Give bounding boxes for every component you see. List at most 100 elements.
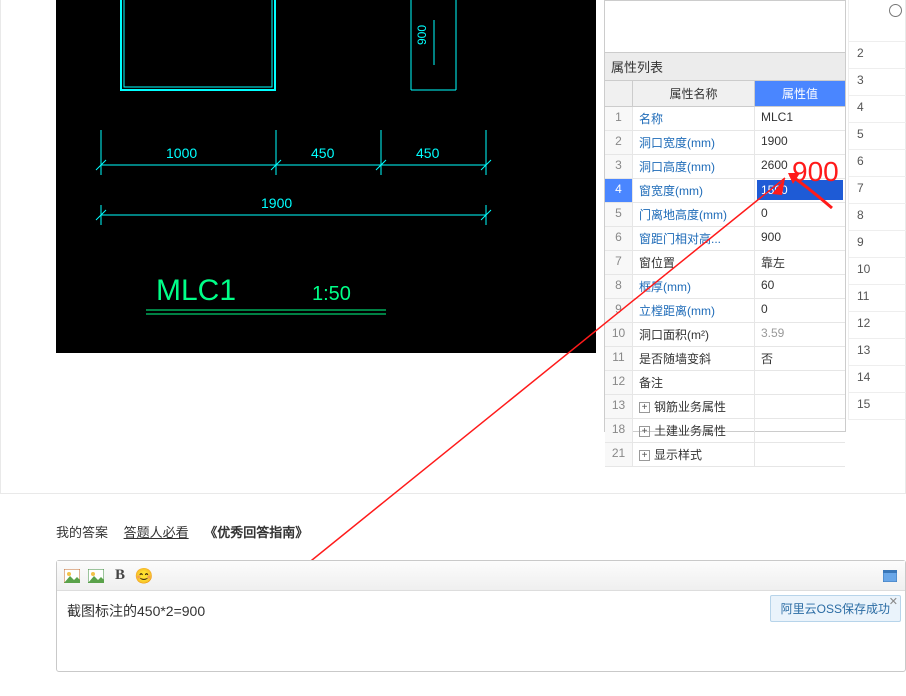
property-row-num: 6 — [605, 227, 633, 250]
image-icon[interactable] — [63, 567, 81, 585]
property-blank — [605, 1, 845, 53]
emoji-icon[interactable]: 😊 — [135, 567, 153, 585]
property-row-value[interactable]: 3.59 — [755, 323, 845, 346]
right-num-row[interactable]: 15 — [848, 393, 906, 420]
right-num: 9 — [849, 231, 864, 249]
property-row-num: 1 — [605, 107, 633, 130]
right-num: 4 — [849, 96, 864, 114]
property-row-num: 5 — [605, 203, 633, 226]
property-row-value[interactable]: 1900 — [755, 131, 845, 154]
header-name: 属性名称 — [633, 81, 755, 106]
right-num: 14 — [849, 366, 870, 384]
property-panel: 属性列表 属性名称 属性值 1名称MLC12洞口宽度(mm)19003洞口高度(… — [604, 0, 846, 432]
answer-editor: B 😊 截图标注的450*2=900 阿里云OSS保存成功 ✕ — [56, 560, 906, 672]
right-num-row[interactable]: 6 — [848, 150, 906, 177]
right-number-list: 23 4 5 6 7 8 9 10 1112 13 14 15 — [848, 0, 906, 420]
property-row[interactable]: 1名称MLC1 — [605, 107, 845, 131]
answer-guide-link[interactable]: 《优秀回答指南》 — [204, 525, 308, 540]
property-row[interactable]: 6窗距门相对高...900 — [605, 227, 845, 251]
dim-1900: 1900 — [261, 195, 292, 211]
property-row-value[interactable]: 0 — [755, 299, 845, 322]
property-row-label: +显示样式 — [633, 443, 755, 466]
answer-hint-link[interactable]: 答题人必看 — [124, 525, 189, 540]
property-row[interactable]: 2洞口宽度(mm)1900 — [605, 131, 845, 155]
property-row-value[interactable] — [755, 419, 845, 442]
property-panel-title: 属性列表 — [605, 53, 845, 81]
property-row-label: 洞口高度(mm) — [633, 155, 755, 178]
property-row-num: 10 — [605, 323, 633, 346]
property-row[interactable]: 21+显示样式 — [605, 443, 845, 467]
right-num-row[interactable]: 12 — [848, 312, 906, 339]
right-num-row[interactable]: 3 — [848, 69, 906, 96]
dim-450a: 450 — [311, 145, 335, 161]
property-row-value[interactable]: 900 — [755, 227, 845, 250]
property-row-label: 是否随墙变斜 — [633, 347, 755, 370]
right-num-row[interactable]: 5 — [848, 123, 906, 150]
cad-drawing: 900 1000 450 450 1900 MLC1 1:50 — [56, 0, 596, 353]
property-row-value[interactable] — [755, 443, 845, 466]
property-row-label: 窗位置 — [633, 251, 755, 274]
property-row[interactable]: 11是否随墙变斜否 — [605, 347, 845, 371]
image2-icon[interactable] — [87, 567, 105, 585]
property-row[interactable]: 8框厚(mm)60 — [605, 275, 845, 299]
property-row[interactable]: 13+钢筋业务属性 — [605, 395, 845, 419]
toast-text: 阿里云OSS保存成功 — [781, 602, 890, 616]
annotation-value: 900 — [792, 156, 839, 188]
right-num: 8 — [849, 204, 864, 222]
dim-900: 900 — [415, 25, 429, 45]
dim-1000: 1000 — [166, 145, 197, 161]
property-row-value[interactable]: 靠左 — [755, 251, 845, 274]
property-row[interactable]: 10洞口面积(m²)3.59 — [605, 323, 845, 347]
property-row-label: 窗宽度(mm) — [633, 179, 755, 202]
editor-body[interactable]: 截图标注的450*2=900 阿里云OSS保存成功 ✕ — [57, 591, 905, 671]
property-row-value[interactable]: 60 — [755, 275, 845, 298]
right-num-row[interactable]: 9 — [848, 231, 906, 258]
property-row[interactable]: 12备注 — [605, 371, 845, 395]
right-num-row[interactable]: 14 — [848, 366, 906, 393]
right-num: 10 — [849, 258, 870, 276]
property-row-value[interactable] — [755, 395, 845, 418]
property-row[interactable]: 18+土建业务属性 — [605, 419, 845, 443]
right-num-row[interactable]: 13 — [848, 339, 906, 366]
header-value[interactable]: 属性值 — [755, 81, 845, 106]
property-row-value[interactable]: 0 — [755, 203, 845, 226]
right-num: 13 — [849, 339, 870, 357]
close-icon[interactable]: ✕ — [889, 595, 898, 608]
property-header: 属性名称 属性值 — [605, 81, 845, 107]
property-row-num: 18 — [605, 419, 633, 442]
editor-content: 截图标注的450*2=900 — [67, 603, 205, 619]
property-row[interactable]: 9立樘距离(mm)0 — [605, 299, 845, 323]
right-num: 3 — [849, 69, 864, 87]
right-num-row[interactable]: 10 — [848, 258, 906, 285]
expand-icon[interactable]: + — [639, 426, 650, 437]
property-row[interactable]: 7窗位置靠左 — [605, 251, 845, 275]
right-num: 6 — [849, 150, 864, 168]
right-num-row[interactable]: 7 — [848, 177, 906, 204]
fullscreen-icon[interactable] — [881, 567, 899, 585]
property-row-value[interactable]: MLC1 — [755, 107, 845, 130]
right-num: 12 — [849, 312, 870, 330]
property-row-value[interactable] — [755, 371, 845, 394]
expand-icon[interactable]: + — [639, 402, 650, 413]
cad-title: MLC1 — [156, 274, 236, 307]
property-row-value[interactable]: 否 — [755, 347, 845, 370]
expand-icon[interactable]: + — [639, 450, 650, 461]
save-toast: 阿里云OSS保存成功 ✕ — [770, 595, 901, 622]
right-num-row[interactable] — [848, 0, 906, 42]
property-row-num: 9 — [605, 299, 633, 322]
right-num: 5 — [849, 123, 864, 141]
property-row[interactable]: 5门离地高度(mm)0 — [605, 203, 845, 227]
right-num-row[interactable]: 2 — [848, 42, 906, 69]
property-row-label: +土建业务属性 — [633, 419, 755, 442]
property-row-label: 洞口面积(m²) — [633, 323, 755, 346]
right-num-row[interactable]: 4 — [848, 96, 906, 123]
right-num-row[interactable]: 11 — [848, 285, 906, 312]
right-num: 7 — [849, 177, 864, 195]
property-row-num: 21 — [605, 443, 633, 466]
dim-450b: 450 — [416, 145, 440, 161]
right-num-row[interactable]: 8 — [848, 204, 906, 231]
bold-icon[interactable]: B — [111, 567, 129, 585]
property-row-label: 洞口宽度(mm) — [633, 131, 755, 154]
editor-toolbar: B 😊 — [57, 561, 905, 591]
property-row-label: 名称 — [633, 107, 755, 130]
